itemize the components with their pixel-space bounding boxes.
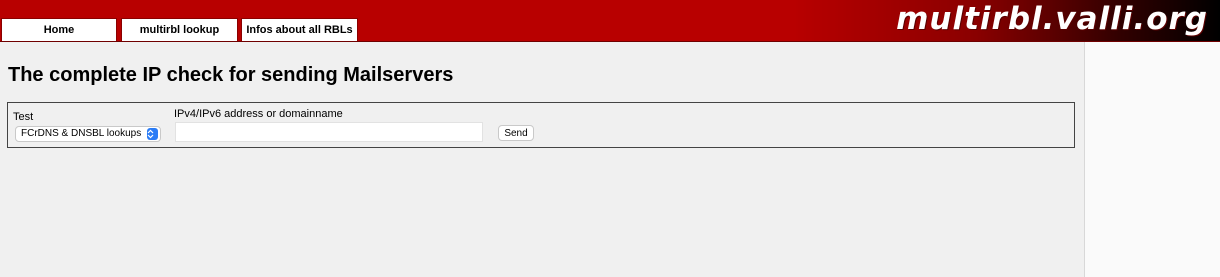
send-button[interactable]: Send bbox=[498, 125, 534, 141]
nav-tab-multirbl-lookup[interactable]: multirbl lookup bbox=[121, 18, 238, 41]
ip-address-label: IPv4/IPv6 address or domainname bbox=[174, 108, 343, 120]
updown-chevron-svg bbox=[147, 129, 154, 139]
nav-tab-infos-rbls-label: Infos about all RBLs bbox=[246, 24, 353, 36]
right-sidebar bbox=[1084, 42, 1220, 277]
site-logo[interactable]: multirbl.valli.org bbox=[896, 1, 1208, 37]
nav-tab-infos-rbls[interactable]: Infos about all RBLs bbox=[241, 18, 358, 41]
site-header: Home multirbl lookup Infos about all RBL… bbox=[0, 0, 1220, 42]
nav-tab-multirbl-lookup-label: multirbl lookup bbox=[139, 24, 220, 36]
test-label: Test bbox=[13, 111, 34, 123]
nav-tab-home[interactable]: Home bbox=[1, 18, 117, 41]
ip-check-form: Test FCrDNS & DNSBL lookups IPv4/IPv6 ad… bbox=[7, 102, 1075, 148]
nav-tab-home-label: Home bbox=[43, 24, 75, 36]
test-select-value: FCrDNS & DNSBL lookups bbox=[21, 128, 142, 139]
test-select[interactable]: FCrDNS & DNSBL lookups bbox=[15, 126, 161, 142]
page-title: The complete IP check for sending Mailse… bbox=[8, 64, 454, 86]
ip-address-input[interactable] bbox=[175, 122, 483, 142]
updown-chevron-icon bbox=[147, 128, 158, 140]
